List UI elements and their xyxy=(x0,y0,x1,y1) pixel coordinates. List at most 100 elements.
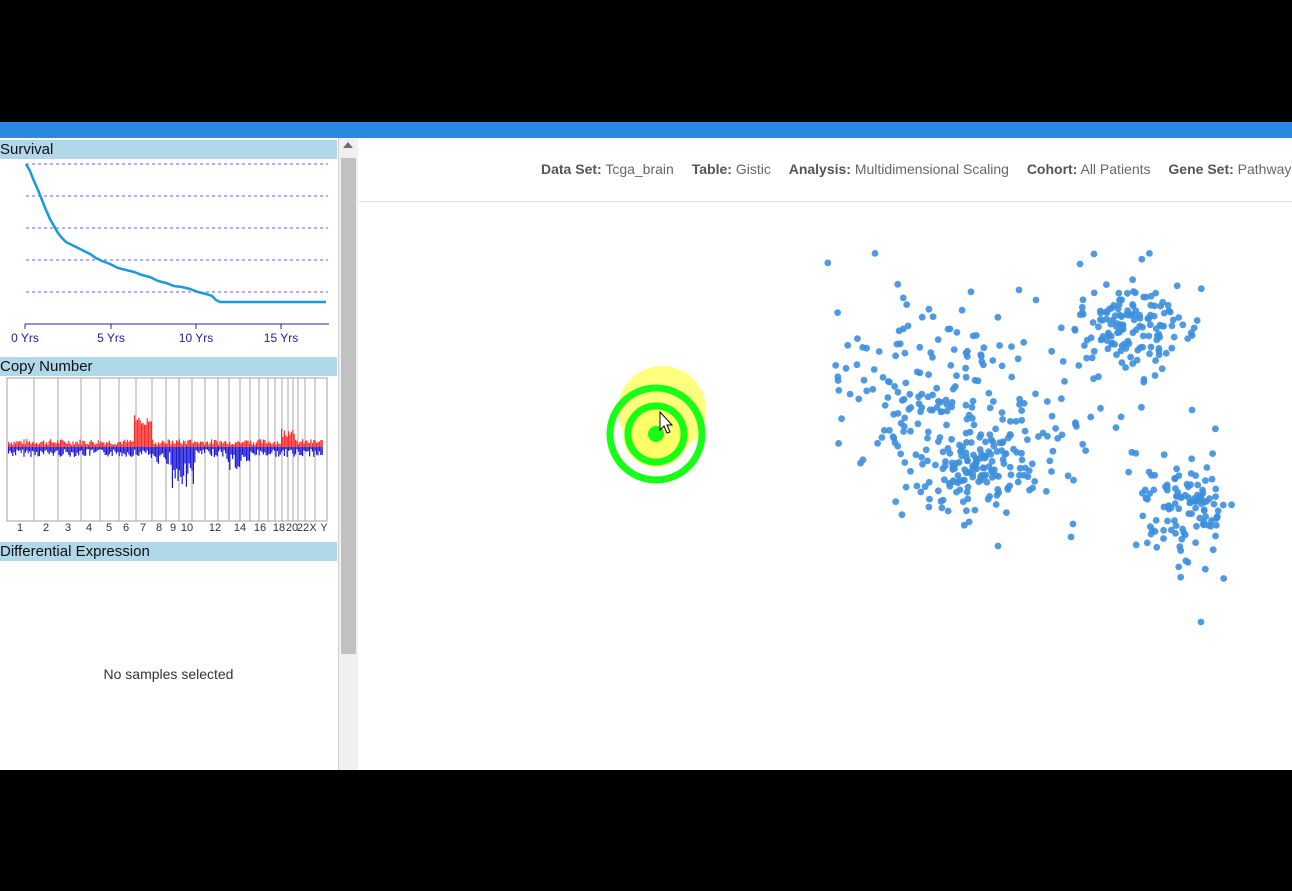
sample-point[interactable] xyxy=(1095,373,1102,381)
sample-point[interactable] xyxy=(884,394,892,401)
sample-point[interactable] xyxy=(925,503,933,511)
sample-point[interactable] xyxy=(1032,296,1040,304)
sample-point[interactable] xyxy=(925,371,932,378)
sample-point[interactable] xyxy=(890,410,898,418)
sample-point[interactable] xyxy=(1201,565,1209,573)
sample-point[interactable] xyxy=(929,406,936,414)
sample-point[interactable] xyxy=(971,376,979,384)
sample-point[interactable] xyxy=(1097,404,1104,412)
sample-point[interactable] xyxy=(891,383,898,390)
sidebar-scrollbar[interactable] xyxy=(339,138,358,770)
sample-point[interactable] xyxy=(869,385,877,393)
sample-point[interactable] xyxy=(944,507,952,515)
sample-point[interactable] xyxy=(907,467,914,475)
sample-point[interactable] xyxy=(1136,314,1144,322)
sample-point[interactable] xyxy=(1145,468,1153,476)
sample-point[interactable] xyxy=(1024,436,1031,443)
sample-point[interactable] xyxy=(1117,413,1125,421)
sample-point[interactable] xyxy=(898,511,906,519)
sample-point[interactable] xyxy=(1173,465,1180,473)
sample-point[interactable] xyxy=(1090,289,1098,297)
sample-point[interactable] xyxy=(1116,296,1123,304)
sample-point[interactable] xyxy=(824,259,832,267)
sample-point[interactable] xyxy=(1108,304,1116,312)
sample-point[interactable] xyxy=(918,404,926,411)
sample-point[interactable] xyxy=(1168,322,1176,330)
sample-point[interactable] xyxy=(1146,490,1153,497)
sample-point[interactable] xyxy=(953,372,960,380)
sample-point[interactable] xyxy=(1087,334,1095,342)
sample-point[interactable] xyxy=(892,498,900,506)
sample-point[interactable] xyxy=(1160,309,1168,317)
sample-point[interactable] xyxy=(902,483,910,491)
sample-point[interactable] xyxy=(832,362,840,369)
sample-point[interactable] xyxy=(863,387,871,395)
sample-point[interactable] xyxy=(854,335,861,342)
sample-point[interactable] xyxy=(1095,323,1102,331)
sample-point[interactable] xyxy=(914,420,922,428)
sample-point[interactable] xyxy=(838,415,845,423)
sample-point[interactable] xyxy=(1070,476,1077,484)
sample-point[interactable] xyxy=(1052,425,1059,432)
sample-point[interactable] xyxy=(1168,344,1176,352)
sample-point[interactable] xyxy=(990,398,997,405)
sample-point[interactable] xyxy=(1125,468,1132,476)
sample-point[interactable] xyxy=(994,313,1002,321)
sample-point[interactable] xyxy=(907,427,914,435)
sample-point[interactable] xyxy=(870,366,878,373)
sample-point[interactable] xyxy=(1138,403,1145,411)
sample-point[interactable] xyxy=(942,458,949,465)
sample-point[interactable] xyxy=(963,439,970,446)
sample-point[interactable] xyxy=(1089,319,1097,326)
sample-point[interactable] xyxy=(1177,547,1185,554)
sample-point[interactable] xyxy=(1213,513,1221,521)
sample-point[interactable] xyxy=(1114,329,1121,337)
sample-point[interactable] xyxy=(1129,276,1136,284)
sample-point[interactable] xyxy=(992,425,999,433)
sample-point[interactable] xyxy=(1006,463,1014,471)
sample-point[interactable] xyxy=(1132,541,1140,549)
sample-point[interactable] xyxy=(1175,505,1183,513)
sample-point[interactable] xyxy=(881,402,889,409)
sample-point[interactable] xyxy=(880,427,888,434)
sample-point[interactable] xyxy=(1113,351,1120,359)
sample-point[interactable] xyxy=(1020,339,1028,346)
sample-point[interactable] xyxy=(1024,473,1032,481)
sample-point[interactable] xyxy=(977,351,985,358)
sample-point[interactable] xyxy=(1008,343,1015,350)
sample-point[interactable] xyxy=(1090,250,1098,258)
sample-point[interactable] xyxy=(896,340,904,348)
sample-point[interactable] xyxy=(986,404,994,412)
sample-point[interactable] xyxy=(953,329,961,336)
sample-point[interactable] xyxy=(1192,472,1200,479)
sample-point[interactable] xyxy=(989,438,997,445)
sample-point[interactable] xyxy=(860,376,868,384)
sample-point[interactable] xyxy=(1212,425,1219,433)
sample-point[interactable] xyxy=(946,325,954,333)
sample-point[interactable] xyxy=(1191,498,1198,505)
sample-point[interactable] xyxy=(999,416,1006,423)
sample-point[interactable] xyxy=(900,325,907,333)
sample-point[interactable] xyxy=(1134,346,1142,354)
sample-point[interactable] xyxy=(1090,347,1098,355)
sample-point[interactable] xyxy=(964,457,971,465)
sample-point[interactable] xyxy=(853,361,861,369)
sample-point[interactable] xyxy=(1125,311,1133,319)
sample-point[interactable] xyxy=(1185,510,1193,518)
sample-point[interactable] xyxy=(972,332,980,339)
sample-point[interactable] xyxy=(906,390,914,398)
sample-point[interactable] xyxy=(1160,535,1167,542)
sample-point[interactable] xyxy=(1193,317,1201,324)
sample-point[interactable] xyxy=(1193,522,1200,530)
sample-point[interactable] xyxy=(1012,417,1020,425)
sample-point[interactable] xyxy=(889,433,897,441)
sample-point[interactable] xyxy=(1171,475,1179,483)
sample-point[interactable] xyxy=(922,446,930,454)
sample-point[interactable] xyxy=(1096,307,1104,315)
sample-point[interactable] xyxy=(879,374,887,381)
sample-point[interactable] xyxy=(972,455,980,462)
sample-point[interactable] xyxy=(1174,489,1182,496)
sample-point[interactable] xyxy=(1158,365,1166,373)
sample-point[interactable] xyxy=(957,448,964,455)
sample-point[interactable] xyxy=(1177,573,1185,581)
